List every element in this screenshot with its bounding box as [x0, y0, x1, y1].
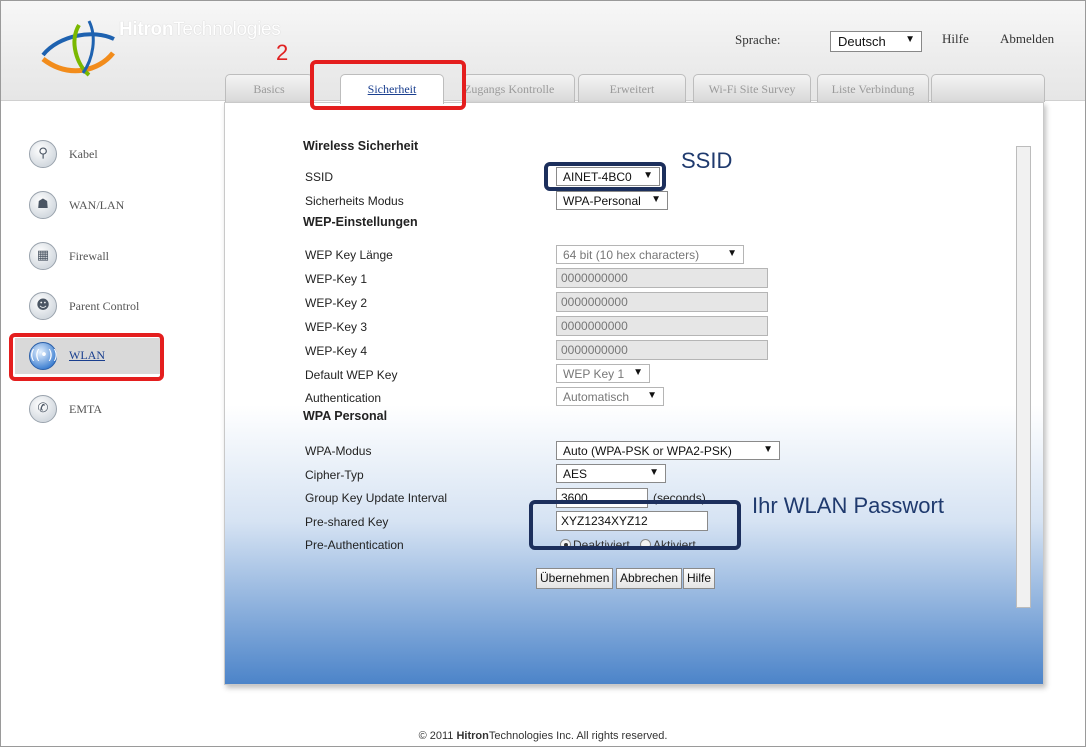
- apply-button[interactable]: Übernehmen: [536, 568, 614, 589]
- wrench-icon: ⚲: [29, 140, 57, 168]
- wep-key1-input[interactable]: 0000000000: [556, 268, 768, 288]
- tab-label: Erweitert: [609, 82, 655, 96]
- password-highlight-box: [529, 500, 741, 550]
- security-mode-label: Sicherheits Modus: [305, 194, 404, 208]
- users-icon: ☻: [29, 292, 57, 320]
- sidebar-item-parent-control[interactable]: ☻ Parent Control: [29, 292, 179, 322]
- psk-label: Pre-shared Key: [305, 515, 389, 529]
- wep-key4-label: WEP-Key 4: [305, 344, 368, 358]
- sidebar-item-label: Parent Control: [69, 299, 140, 313]
- wpa-mode-select[interactable]: Auto (WPA-PSK or WPA2-PSK) ▼: [556, 441, 780, 460]
- logout-link[interactable]: Abmelden: [1000, 31, 1054, 47]
- network-icon: ☗: [29, 191, 57, 219]
- sidebar: ⚲ Kabel ☗ WAN/LAN ▦ Firewall ☻ Parent Co…: [1, 102, 181, 692]
- language-value: Deutsch: [838, 34, 886, 49]
- firewall-icon: ▦: [29, 242, 57, 270]
- language-select[interactable]: Deutsch ▼: [830, 31, 922, 52]
- tab-wifi-site-survey[interactable]: Wi-Fi Site Survey: [693, 74, 811, 102]
- tab-label: Liste Verbindung: [831, 82, 915, 96]
- logo-light: Technologies: [173, 19, 281, 40]
- footer-copy: © 2011: [418, 730, 454, 742]
- help-button[interactable]: Hilfe: [683, 568, 716, 589]
- password-callout: Ihr WLAN Passwort: [752, 493, 944, 518]
- tab-highlight-box: [310, 60, 466, 110]
- sidebar-item-label: Firewall: [69, 249, 109, 263]
- section-title-wireless: Wireless Sicherheit: [303, 139, 419, 153]
- section-title-wep: WEP-Einstellungen: [303, 215, 418, 229]
- dropdown-arrow-icon: ▼: [647, 390, 657, 401]
- wep-key3-label: WEP-Key 3: [305, 320, 368, 334]
- footer: © 2011 HitronTechnologies Inc. All right…: [0, 730, 1086, 742]
- sidebar-item-label: WAN/LAN: [69, 198, 125, 212]
- wpa-mode-label: WPA-Modus: [305, 444, 372, 458]
- footer-suffix: Inc. All rights reserved.: [556, 730, 668, 742]
- authentication-value: Automatisch: [563, 390, 630, 404]
- wpa-mode-value: Auto (WPA-PSK or WPA2-PSK): [563, 444, 732, 458]
- scrollbar[interactable]: [1016, 146, 1031, 608]
- tab-basics[interactable]: Basics: [225, 74, 313, 102]
- dropdown-arrow-icon: ▼: [905, 34, 915, 45]
- sidebar-item-wan-lan[interactable]: ☗ WAN/LAN: [29, 191, 179, 221]
- wep-key-length-value: 64 bit (10 hex characters): [563, 248, 700, 262]
- tab-erweitert[interactable]: Erweitert: [578, 74, 686, 102]
- wep-key-length-select[interactable]: 64 bit (10 hex characters) ▼: [556, 245, 744, 264]
- help-link[interactable]: Hilfe: [942, 31, 969, 47]
- security-mode-select[interactable]: WPA-Personal ▼: [556, 191, 668, 210]
- sidebar-highlight-box: [9, 333, 164, 381]
- default-wep-key-label: Default WEP Key: [305, 368, 398, 382]
- sidebar-item-kabel[interactable]: ⚲ Kabel: [29, 140, 179, 170]
- phone-icon: ✆: [29, 395, 57, 423]
- wep-key2-input[interactable]: 0000000000: [556, 292, 768, 312]
- tab-label: Zugangs Kontrolle: [464, 82, 555, 96]
- ssid-highlight-box: [544, 162, 666, 191]
- sidebar-item-label: EMTA: [69, 402, 103, 416]
- section-title-wpa: WPA Personal: [303, 409, 388, 423]
- dropdown-arrow-icon: ▼: [727, 248, 737, 259]
- authentication-select[interactable]: Automatisch ▼: [556, 387, 664, 406]
- cipher-value: AES: [563, 467, 588, 481]
- tab-zugangs-kontrolle[interactable]: Zugangs Kontrolle: [463, 74, 575, 102]
- dropdown-arrow-icon: ▼: [649, 467, 659, 478]
- ssid-label: SSID: [305, 170, 334, 184]
- step-number-annotation: 2: [276, 40, 289, 65]
- ssid-callout: SSID: [681, 148, 733, 173]
- group-key-label: Group Key Update Interval: [305, 491, 448, 505]
- sidebar-item-label: Kabel: [69, 147, 98, 161]
- language-label: Sprache:: [735, 32, 781, 47]
- default-wep-key-select[interactable]: WEP Key 1 ▼: [556, 364, 650, 383]
- tab-liste-verbindung[interactable]: Liste Verbindung: [817, 74, 929, 102]
- dropdown-arrow-icon: ▼: [763, 444, 773, 455]
- wep-key4-input[interactable]: 0000000000: [556, 340, 768, 360]
- default-wep-key-value: WEP Key 1: [563, 367, 625, 381]
- wep-key2-label: WEP-Key 2: [305, 296, 368, 310]
- sidebar-item-firewall[interactable]: ▦ Firewall: [29, 242, 179, 272]
- logo-text: HitronTechnologies: [119, 19, 281, 41]
- logo-bold: Hitron: [119, 19, 174, 40]
- cipher-label: Cipher-Typ: [305, 468, 364, 482]
- dropdown-arrow-icon: ▼: [651, 194, 661, 205]
- wep-key-length-label: WEP Key Länge: [305, 248, 393, 262]
- sidebar-item-emta[interactable]: ✆ EMTA: [29, 395, 179, 425]
- authentication-label: Authentication: [305, 391, 382, 405]
- cancel-button[interactable]: Abbrechen: [616, 568, 683, 589]
- dropdown-arrow-icon: ▼: [633, 367, 643, 378]
- cipher-select[interactable]: AES ▼: [556, 464, 666, 483]
- wep-key3-input[interactable]: 0000000000: [556, 316, 768, 336]
- security-mode-value: WPA-Personal: [563, 194, 641, 208]
- tab-label: Wi-Fi Site Survey: [708, 82, 796, 96]
- tab-label: Basics: [253, 82, 285, 96]
- wep-key1-label: WEP-Key 1: [305, 272, 368, 286]
- footer-brand-bold: Hitron: [456, 730, 489, 742]
- footer-brand-light: Technologies: [488, 730, 554, 742]
- preauth-label: Pre-Authentication: [305, 538, 404, 552]
- tab-blank: [931, 74, 1045, 102]
